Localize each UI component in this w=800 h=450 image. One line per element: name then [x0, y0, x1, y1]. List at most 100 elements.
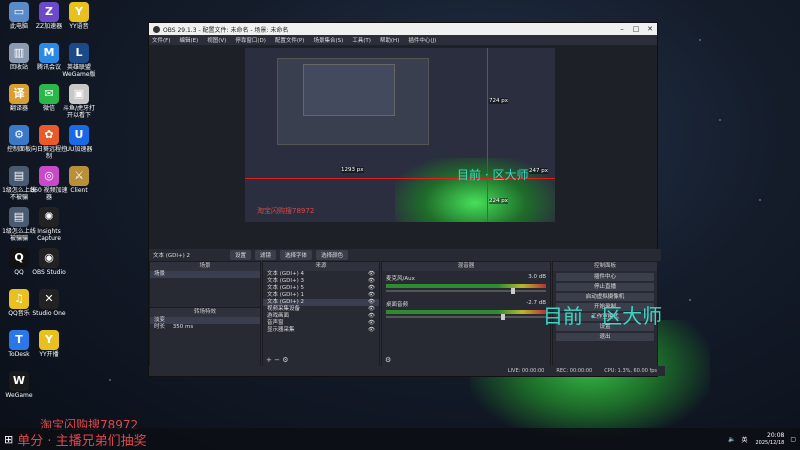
input-language[interactable]: 英 — [741, 435, 747, 444]
wechat-icon: ✉ — [39, 84, 59, 104]
obs-preview[interactable]: 724 px 1293 px 247 px 224 px 目前 · 区大师 淘宝… — [149, 45, 657, 249]
volume-icon[interactable]: 🔈 — [728, 436, 735, 443]
desktop-icon[interactable]: U UU加速器 — [60, 125, 98, 154]
px-top-label: 724 px — [489, 98, 508, 104]
zz-accelerator-icon: Z — [39, 2, 59, 22]
transition-duration-row: 时长 350 ms — [150, 324, 260, 331]
source-item-label: 文本 (GDI+) 4 — [267, 271, 305, 277]
source-item[interactable]: 音声窗 👁 — [263, 320, 379, 327]
desktop-icon[interactable]: Y YY开播 — [30, 330, 68, 359]
source-item[interactable]: 显示器采集 👁 — [263, 327, 379, 334]
visibility-eye-icon[interactable]: 👁 — [368, 299, 375, 306]
desktop-icon[interactable]: L 英雄联盟WeGame版 — [60, 43, 98, 78]
desktop-icon[interactable]: ▣ 斗鱼/虎牙打开以看下 — [60, 84, 98, 119]
nested-preview-inner — [303, 64, 395, 116]
visibility-eye-icon[interactable]: 👁 — [368, 292, 375, 299]
status-bar: LIVE: 00:00:00 REC: 00:00:00 CPU: 1.3%, … — [149, 366, 665, 376]
source-item[interactable]: 文本 (GDI+) 4 👁 — [263, 271, 379, 278]
preview-canvas[interactable]: 724 px 1293 px 247 px 224 px 目前 · 区大师 淘宝… — [245, 48, 555, 222]
source-item[interactable]: 文本 (GDI+) 5 👁 — [263, 285, 379, 292]
control-button[interactable]: 退出 — [556, 333, 654, 341]
desktop-icon-label: 英雄联盟WeGame版 — [62, 64, 96, 78]
preview-overlay-text: 目前 · 区大师 — [457, 168, 529, 182]
source-properties-icon[interactable]: ⚙ — [282, 356, 288, 364]
menu-item[interactable]: 插件中心(J) — [408, 36, 436, 44]
visibility-eye-icon[interactable]: 👁 — [368, 306, 375, 313]
source-item[interactable]: 文本 (GDI+) 2 👁 — [263, 299, 379, 306]
minimize-icon[interactable]: – — [615, 25, 629, 33]
close-icon[interactable]: ✕ — [643, 25, 657, 33]
clock-date: 2025/12/18 — [755, 439, 785, 446]
source-item[interactable]: 文本 (GDI+) 3 👁 — [263, 278, 379, 285]
menu-item[interactable]: 编辑(E) — [179, 36, 198, 44]
menu-item[interactable]: 文件(F) — [152, 36, 170, 44]
qq-icon: Q — [9, 248, 29, 268]
obs-titlebar[interactable]: OBS 29.1.3 - 配置文件: 未命名 - 场景: 未命名 – □ ✕ — [149, 23, 657, 35]
stream-icon: ▣ — [69, 84, 89, 104]
transition-select[interactable]: 淡变 — [150, 317, 260, 324]
notification-icon[interactable]: ▢ — [790, 436, 796, 443]
desktop-icon-label: 斗鱼/虎牙打开以看下 — [62, 105, 96, 119]
control-button[interactable]: 插件中心 — [556, 273, 654, 281]
duration-label: 时长 — [154, 324, 166, 330]
control-button[interactable]: 停止直播 — [556, 283, 654, 291]
controls-header: 控制面板 — [553, 262, 657, 271]
desktop-icon[interactable]: ⚔ Client — [60, 166, 98, 195]
document-icon: ▤ — [9, 207, 29, 227]
menu-item[interactable]: 场景集合(S) — [313, 36, 343, 44]
menu-item[interactable]: 停靠窗口(D) — [235, 36, 266, 44]
source-filters-button[interactable]: 滤镜 — [255, 250, 277, 260]
remove-source-icon[interactable]: − — [274, 356, 280, 364]
taskbar: ⊞ 单分 · 主播兄弟们抽奖 🔈 英 20:08 2025/12/18 ▢ — [0, 428, 800, 450]
visibility-eye-icon[interactable]: 👁 — [368, 320, 375, 327]
menu-item[interactable]: 视图(V) — [207, 36, 226, 44]
volume-slider[interactable] — [386, 288, 546, 294]
sources-footer: + − ⚙ — [263, 356, 379, 366]
visibility-eye-icon[interactable]: 👁 — [368, 313, 375, 320]
mixer-settings-icon[interactable]: ⚙ — [385, 356, 391, 364]
visibility-eye-icon[interactable]: 👁 — [368, 327, 375, 334]
mixer-channel: 桌面音频 -2.7 dB — [382, 300, 550, 320]
desktop-icon[interactable]: W WeGame — [0, 371, 38, 400]
add-source-icon[interactable]: + — [266, 356, 272, 364]
sources-dock: 来源 文本 (GDI+) 4 👁 文本 (GDI+) 3 👁 文本 (GDI+) 5 👁 文… — [262, 261, 380, 367]
visibility-eye-icon[interactable]: 👁 — [368, 285, 375, 292]
px-bottom-label: 224 px — [489, 198, 508, 204]
obs-icon: ◉ — [39, 248, 59, 268]
desktop-icon-label: WeGame — [5, 392, 33, 399]
desktop-icon[interactable]: ✺ Insights Capture — [30, 207, 68, 242]
menu-item[interactable]: 工具(T) — [352, 36, 371, 44]
scene-item[interactable]: 场景 — [150, 271, 260, 278]
select-color-button[interactable]: 选择颜色 — [316, 250, 349, 260]
volume-slider-handle[interactable] — [510, 288, 515, 294]
volume-slider[interactable] — [386, 314, 546, 320]
desktop-icon[interactable]: Y YY语音 — [60, 2, 98, 31]
source-item[interactable]: 视频采集设备 👁 — [263, 306, 379, 313]
obs-title: OBS 29.1.3 - 配置文件: 未命名 - 场景: 未命名 — [163, 26, 289, 34]
source-item[interactable]: 游戏画面 👁 — [263, 313, 379, 320]
visibility-eye-icon[interactable]: 👁 — [368, 271, 375, 278]
scenes-list: 场景 — [150, 271, 260, 278]
channel-db: 3.0 dB — [528, 274, 546, 280]
menu-item[interactable]: 帮助(H) — [380, 36, 399, 44]
source-item[interactable]: 文本 (GDI+) 1 👁 — [263, 292, 379, 299]
system-tray: 🔈 英 20:08 2025/12/18 ▢ — [728, 432, 800, 445]
mixer-header: 混音器 — [382, 262, 550, 271]
desktop-icon[interactable]: ◉ OBS Studio — [30, 248, 68, 277]
source-settings-button[interactable]: 设置 — [230, 250, 252, 260]
desktop-icon-label: OBS Studio — [32, 269, 66, 276]
sunflower-icon: ✿ — [39, 125, 59, 145]
duration-input[interactable]: 350 ms — [173, 324, 193, 330]
clock[interactable]: 20:08 2025/12/18 — [756, 432, 785, 445]
volume-slider-handle[interactable] — [501, 314, 506, 320]
start-icon[interactable]: ⊞ — [4, 433, 13, 446]
desktop-icon-label: YY开播 — [39, 351, 59, 358]
select-font-button[interactable]: 选择字体 — [280, 250, 313, 260]
clock-time: 20:08 — [767, 432, 785, 440]
menu-item[interactable]: 配置文件(P) — [275, 36, 305, 44]
visibility-eye-icon[interactable]: 👁 — [368, 278, 375, 285]
obs-logo-icon — [153, 25, 160, 33]
mixer-channel: 麦克风/Aux 3.0 dB — [382, 274, 550, 294]
desktop-icon[interactable]: ✕ Studio One — [30, 289, 68, 318]
maximize-icon[interactable]: □ — [629, 25, 643, 33]
